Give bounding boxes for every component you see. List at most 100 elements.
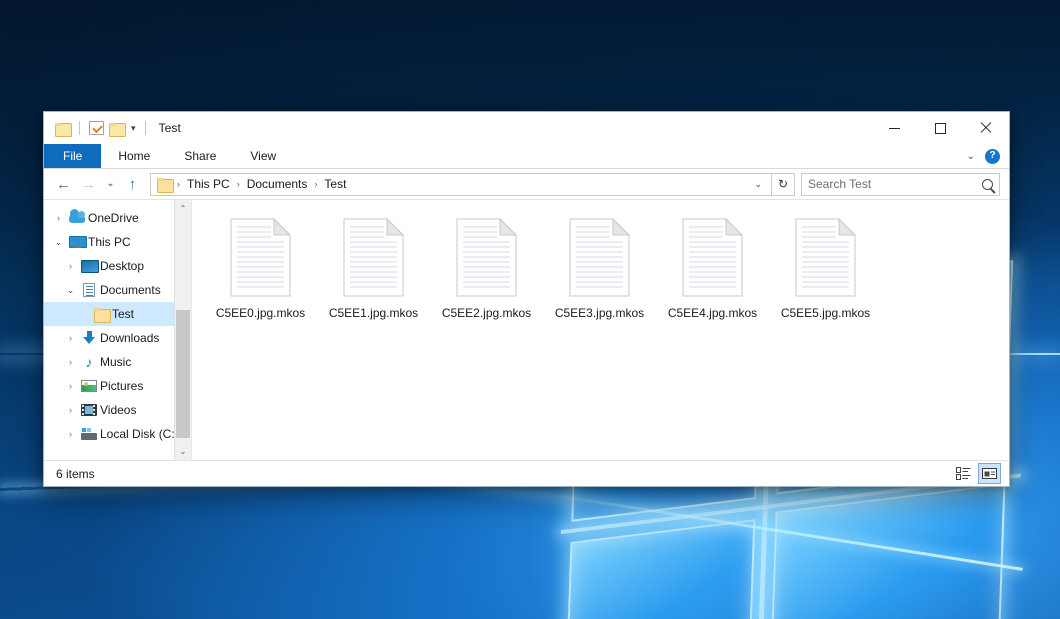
file-item[interactable]: C5EE2.jpg.mkos — [430, 212, 543, 329]
sidebar-item-downloads[interactable]: › Downloads — [44, 326, 191, 350]
scrollbar-thumb[interactable] — [176, 310, 190, 438]
forward-button[interactable]: → — [76, 172, 101, 196]
twisty-icon[interactable]: › — [62, 381, 79, 391]
file-item[interactable]: C5EE1.jpg.mkos — [317, 212, 430, 329]
qat-divider-2 — [145, 121, 146, 135]
status-bar: 6 items — [44, 460, 1009, 486]
item-count-label: 6 items — [56, 467, 95, 481]
music-icon: ♪ — [79, 355, 99, 369]
window-body: › OneDrive ⌄ This PC › Desktop ⌄ — [44, 199, 1009, 460]
blank-document-icon — [454, 218, 520, 298]
view-mode-buttons — [952, 463, 1001, 484]
breadcrumb-folder-icon — [157, 178, 172, 191]
twisty-icon[interactable]: ⌄ — [50, 237, 67, 248]
search-icon[interactable] — [982, 179, 993, 190]
twisty-icon[interactable]: › — [50, 213, 67, 223]
folder-icon[interactable] — [55, 122, 70, 135]
breadcrumb-item-documents[interactable]: Documents — [243, 176, 312, 192]
sidebar-item-local-disk[interactable]: › Local Disk (C:) — [44, 422, 191, 446]
expand-ribbon-icon[interactable]: ⌄ — [967, 151, 975, 162]
twisty-icon[interactable]: › — [62, 357, 79, 367]
sidebar-item-label: Local Disk (C:) — [100, 427, 179, 441]
sidebar-item-pictures[interactable]: › Pictures — [44, 374, 191, 398]
breadcrumb-item-this-pc[interactable]: This PC — [183, 176, 234, 192]
scroll-up-button[interactable]: ⌃ — [175, 200, 191, 217]
window-title: Test — [159, 121, 181, 135]
quick-access-toolbar: ▾ — [55, 121, 150, 135]
ribbon-tabs: File Home Share View ⌄ ? — [44, 144, 1009, 169]
back-button[interactable]: ← — [51, 172, 76, 196]
file-name: C5EE2.jpg.mkos — [442, 306, 531, 321]
address-bar: ← → ⌄ ↑ › This PC › Documents › Test ⌄ ↻ — [44, 169, 1009, 199]
breadcrumb-separator-0: › — [174, 179, 183, 189]
sidebar-scrollbar[interactable]: ⌃ ⌄ — [174, 200, 191, 460]
refresh-button[interactable]: ↻ — [772, 173, 795, 196]
file-item[interactable]: C5EE5.jpg.mkos — [769, 212, 882, 329]
scroll-down-button[interactable]: ⌄ — [175, 443, 191, 460]
blank-document-icon — [793, 218, 859, 298]
computer-icon — [67, 236, 87, 248]
ribbon-right-controls: ⌄ ? — [967, 144, 1009, 168]
file-explorer-window: ▾ Test File Home Share View ⌄ ? ← → — [43, 111, 1010, 487]
breadcrumb-separator-2: › — [311, 179, 320, 189]
close-icon — [980, 122, 992, 134]
folder-icon — [91, 308, 111, 321]
twisty-icon[interactable]: › — [62, 405, 79, 415]
sidebar-item-label: Music — [100, 355, 131, 369]
sidebar-item-onedrive[interactable]: › OneDrive — [44, 206, 191, 230]
search-box[interactable] — [801, 173, 1000, 196]
tab-home[interactable]: Home — [101, 144, 167, 168]
sidebar-item-label: OneDrive — [88, 211, 139, 225]
large-icons-view-button[interactable] — [978, 463, 1001, 484]
sidebar-item-desktop[interactable]: › Desktop — [44, 254, 191, 278]
tab-file[interactable]: File — [44, 144, 101, 168]
sidebar-item-label: This PC — [88, 235, 131, 249]
minimize-icon — [889, 128, 900, 129]
blank-document-icon — [567, 218, 633, 298]
new-folder-icon[interactable] — [109, 122, 124, 135]
details-view-button[interactable] — [952, 463, 975, 484]
twisty-icon[interactable]: ⌄ — [62, 285, 79, 296]
file-item[interactable]: C5EE3.jpg.mkos — [543, 212, 656, 329]
properties-icon[interactable] — [89, 121, 104, 135]
close-button[interactable] — [963, 112, 1009, 144]
blank-document-icon — [341, 218, 407, 298]
recent-locations-button[interactable]: ⌄ — [101, 172, 120, 196]
qat-divider-1 — [79, 121, 80, 135]
tab-share[interactable]: Share — [167, 144, 233, 168]
documents-icon — [79, 283, 99, 297]
breadcrumb-item-test[interactable]: Test — [320, 176, 350, 192]
customize-qat-caret-icon[interactable]: ▾ — [131, 124, 136, 133]
file-list-pane[interactable]: C5EE0.jpg.mkos — [192, 200, 1009, 460]
sidebar-item-videos[interactable]: › Videos — [44, 398, 191, 422]
folder-tree: › OneDrive ⌄ This PC › Desktop ⌄ — [44, 200, 191, 446]
sidebar-item-label: Downloads — [100, 331, 159, 345]
twisty-icon[interactable]: › — [62, 261, 79, 271]
minimize-button[interactable] — [871, 112, 917, 144]
navigation-pane: › OneDrive ⌄ This PC › Desktop ⌄ — [44, 200, 192, 460]
search-input[interactable] — [808, 177, 982, 191]
sidebar-item-label: Documents — [100, 283, 161, 297]
breadcrumb[interactable]: › This PC › Documents › Test ⌄ — [150, 173, 772, 196]
sidebar-item-test[interactable]: Test — [44, 302, 191, 326]
tab-view[interactable]: View — [233, 144, 293, 168]
sidebar-item-label: Test — [112, 307, 134, 321]
file-name: C5EE1.jpg.mkos — [329, 306, 418, 321]
file-name: C5EE0.jpg.mkos — [216, 306, 305, 321]
help-icon[interactable]: ? — [985, 149, 1000, 164]
twisty-icon[interactable]: › — [62, 429, 79, 439]
breadcrumb-separator-1: › — [234, 179, 243, 189]
twisty-icon[interactable]: › — [62, 333, 79, 343]
title-bar[interactable]: ▾ Test — [44, 112, 1009, 144]
sidebar-item-music[interactable]: › ♪ Music — [44, 350, 191, 374]
maximize-button[interactable] — [917, 112, 963, 144]
sidebar-item-documents[interactable]: ⌄ Documents — [44, 278, 191, 302]
file-item[interactable]: C5EE0.jpg.mkos — [204, 212, 317, 329]
blank-document-icon — [680, 218, 746, 298]
blank-document-icon — [228, 218, 294, 298]
sidebar-item-this-pc[interactable]: ⌄ This PC — [44, 230, 191, 254]
file-name: C5EE5.jpg.mkos — [781, 306, 870, 321]
file-item[interactable]: C5EE4.jpg.mkos — [656, 212, 769, 329]
up-button[interactable]: ↑ — [120, 172, 145, 196]
breadcrumb-dropdown-icon[interactable]: ⌄ — [749, 179, 767, 190]
